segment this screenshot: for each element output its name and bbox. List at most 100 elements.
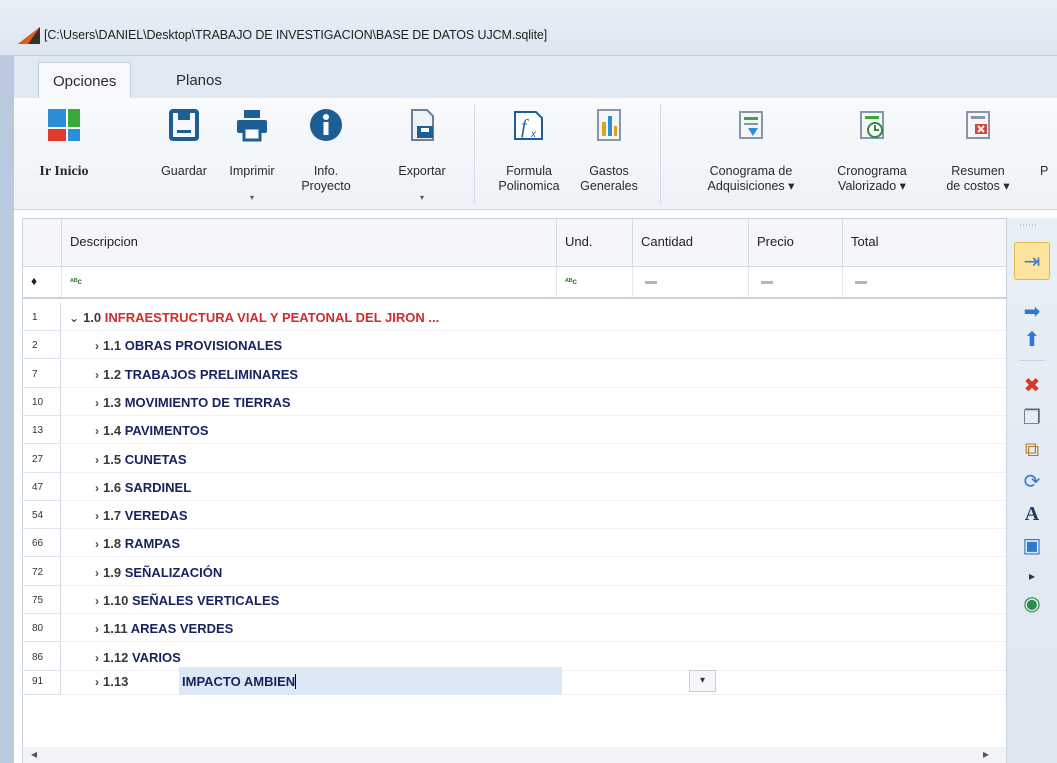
- imprimir-dropdown-arrow[interactable]: ▾: [220, 190, 284, 205]
- expand-arrow-icon[interactable]: ›: [95, 368, 99, 382]
- horizontal-scrollbar[interactable]: ◂ ▸: [23, 747, 1006, 763]
- expand-arrow-icon[interactable]: ›: [95, 481, 99, 495]
- column-header-total[interactable]: Total: [842, 219, 1006, 267]
- table-row[interactable]: 80 › 1.11 AREAS VERDES: [23, 614, 1006, 643]
- more-arrow-icon[interactable]: ▸: [1017, 562, 1047, 590]
- tab-opciones[interactable]: Opciones: [38, 62, 132, 99]
- info-proyecto-button[interactable]: Info. Proyecto: [294, 98, 358, 210]
- expand-arrow-icon[interactable]: ›: [95, 339, 99, 353]
- delete-icon[interactable]: ✖: [1017, 372, 1047, 400]
- sidebar-separator: [1019, 360, 1045, 361]
- panel-icon[interactable]: ▣: [1017, 532, 1047, 560]
- tab-planos[interactable]: Planos: [162, 62, 236, 99]
- grid-filter-row: ♦ ᴬᴮc ᴬᴮc: [23, 267, 1006, 299]
- resumen-costos-button[interactable]: Resumen de costos ▾: [934, 98, 1022, 210]
- cronograma-valorizado-button[interactable]: Cronograma Valorizado ▾: [822, 98, 922, 210]
- view-eye-icon[interactable]: ◉: [1017, 590, 1047, 618]
- text-filter-icon: ᴬᴮc: [565, 277, 577, 286]
- ir-inicio-button[interactable]: Ir Inicio: [24, 98, 104, 210]
- edit-dropdown-button[interactable]: ▾: [689, 670, 716, 692]
- table-row[interactable]: 72 › 1.9 SEÑALIZACIÓN: [23, 557, 1006, 586]
- ribbon-separator: [474, 104, 475, 204]
- item-title: AREAS VERDES: [130, 621, 234, 637]
- expand-arrow-icon[interactable]: ›: [95, 537, 99, 551]
- expand-arrow-icon[interactable]: ›: [95, 396, 99, 410]
- expand-arrow-icon[interactable]: ›: [95, 509, 99, 523]
- item-title: OBRAS PROVISIONALES: [124, 338, 283, 354]
- expand-arrow-icon[interactable]: ›: [95, 675, 99, 689]
- table-row[interactable]: 10 › 1.3 MOVIMIENTO DE TIERRAS: [23, 387, 1006, 416]
- paste-icon[interactable]: ⧉: [1017, 436, 1047, 464]
- table-row[interactable]: 13 › 1.4 PAVIMENTOS: [23, 416, 1006, 445]
- item-title: SARDINEL: [124, 479, 192, 495]
- font-icon[interactable]: A: [1017, 500, 1047, 528]
- formula-polinomica-button[interactable]: f x Formula Polinomica: [492, 98, 566, 210]
- expand-arrow-icon[interactable]: ›: [95, 424, 99, 438]
- sidebar-grip[interactable]: ⋯⋯: [1019, 220, 1037, 231]
- item-code: 1.3: [103, 394, 122, 410]
- conograma-adquisiciones-button[interactable]: Conograma de Adquisiciones ▾: [694, 98, 808, 210]
- right-tool-sidebar: ⋯⋯ ⇥ ➡ ⬆ ✖ ❐ ⧉ ⟳ A ▣ ▸ ◉: [1007, 218, 1057, 763]
- ribbon-separator: [660, 104, 661, 204]
- filter-cell-und[interactable]: ᴬᴮc: [556, 267, 632, 297]
- move-up-icon[interactable]: ⬆: [1017, 326, 1047, 354]
- filter-cell-cantidad[interactable]: [632, 267, 748, 297]
- table-row[interactable]: 7 › 1.2 TRABAJOS PRELIMINARES: [23, 359, 1006, 388]
- item-title: RAMPAS: [124, 536, 181, 552]
- column-header-cantidad[interactable]: Cantidad: [632, 219, 748, 267]
- indent-right-icon[interactable]: ➡: [1017, 298, 1047, 326]
- ribbon-panel: Ir Inicio Guardar Imprimir ▾ Info. Proye…: [14, 98, 1057, 210]
- collapse-arrow-icon[interactable]: ⌄: [69, 311, 79, 325]
- gastos-generales-button[interactable]: Gastos Generales: [572, 98, 646, 210]
- guardar-button[interactable]: Guardar: [152, 98, 216, 210]
- valued-schedule-icon: [860, 111, 884, 139]
- table-row[interactable]: 2 › 1.1 OBRAS PROVISIONALES: [23, 331, 1006, 360]
- exportar-button[interactable]: Exportar ▾: [386, 98, 458, 210]
- imprimir-button[interactable]: Imprimir ▾: [220, 98, 284, 210]
- filter-cell-precio[interactable]: [748, 267, 842, 297]
- exportar-dropdown-arrow[interactable]: ▾: [386, 190, 458, 205]
- expand-arrow-icon[interactable]: ›: [95, 453, 99, 467]
- column-header-und[interactable]: Und.: [556, 219, 632, 267]
- refresh-icon[interactable]: ⟳: [1017, 468, 1047, 496]
- filter-pin-icon[interactable]: ♦: [31, 274, 37, 288]
- item-code: 1.12: [103, 649, 129, 665]
- function-icon: f x: [514, 111, 543, 140]
- scroll-right-arrow-icon[interactable]: ▸: [983, 747, 989, 761]
- copy-icon[interactable]: ❐: [1017, 404, 1047, 432]
- home-grid-icon: [48, 109, 80, 141]
- column-header-descripcion[interactable]: Descripcion: [61, 219, 556, 267]
- row-number: 47: [23, 472, 61, 501]
- equals-filter-icon: [645, 281, 657, 284]
- table-row[interactable]: 47 › 1.6 SARDINEL: [23, 472, 1006, 501]
- toggle-panel-button[interactable]: ⇥: [1014, 242, 1050, 280]
- scroll-left-arrow-icon[interactable]: ◂: [31, 747, 37, 761]
- description-edit-field[interactable]: IMPACTO AMBIEN ▾: [179, 667, 716, 695]
- item-title: MOVIMIENTO DE TIERRAS: [124, 394, 291, 410]
- expand-arrow-icon[interactable]: ›: [95, 594, 99, 608]
- filter-cell-total[interactable]: [842, 267, 1006, 297]
- item-code: 1.5: [103, 451, 122, 467]
- table-row[interactable]: 66 › 1.8 RAMPAS: [23, 529, 1006, 558]
- left-border: [0, 98, 14, 763]
- expand-arrow-icon[interactable]: ›: [95, 622, 99, 636]
- table-row-editing[interactable]: 91 › 1.13 IMPACTO AMBIEN ▾: [23, 667, 1006, 695]
- table-row[interactable]: 54 › 1.7 VEREDAS: [23, 501, 1006, 530]
- row-number: 75: [23, 586, 61, 614]
- budget-tree-grid[interactable]: Descripcion Und. Cantidad Precio Total ♦…: [22, 218, 1007, 763]
- item-title: VEREDAS: [124, 508, 188, 524]
- table-row[interactable]: 27 › 1.5 CUNETAS: [23, 444, 1006, 473]
- expand-arrow-icon[interactable]: ›: [95, 651, 99, 665]
- row-number: 7: [23, 359, 61, 388]
- item-code: 1.8: [103, 536, 122, 552]
- row-number: 10: [23, 387, 61, 416]
- item-title: INFRAESTRUCTURA VIAL Y PEATONAL DEL JIRO…: [104, 310, 440, 325]
- table-row[interactable]: 1 ⌄ 1.0 INFRAESTRUCTURA VIAL Y PEATONAL DE…: [23, 303, 1006, 331]
- row-number: 91: [23, 667, 61, 695]
- ribbon-overflow-button[interactable]: P: [1040, 98, 1057, 210]
- window-titlebar: [C:\Users\DANIEL\Desktop\TRABAJO DE INVE…: [0, 0, 1057, 56]
- expand-arrow-icon[interactable]: ›: [95, 566, 99, 580]
- filter-cell-descripcion[interactable]: ᴬᴮc: [61, 267, 556, 297]
- table-row[interactable]: 75 › 1.10 SEÑALES VERTICALES: [23, 586, 1006, 614]
- column-header-precio[interactable]: Precio: [748, 219, 842, 267]
